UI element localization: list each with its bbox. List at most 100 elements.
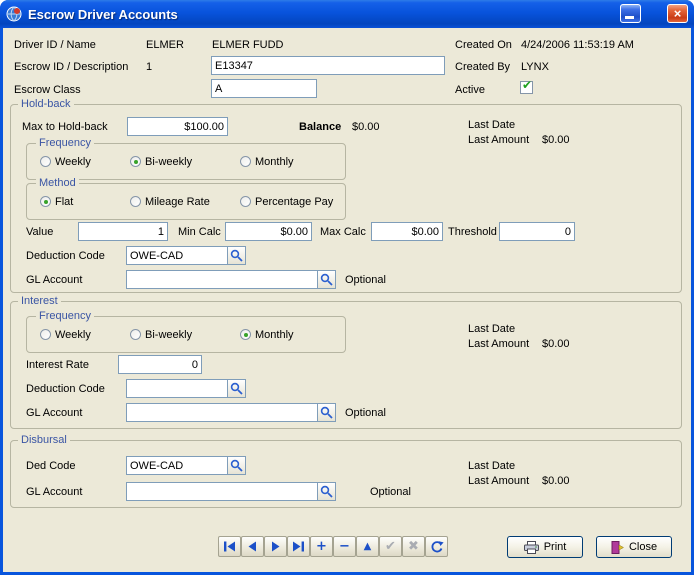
value-label: Value bbox=[26, 226, 53, 238]
value-input[interactable] bbox=[78, 222, 168, 241]
window-title: Escrow Driver Accounts bbox=[28, 7, 178, 22]
close-button-label: Close bbox=[629, 541, 657, 553]
printer-icon bbox=[524, 541, 539, 554]
nav-post-button[interactable]: ✔ bbox=[379, 536, 402, 557]
interest-gl-account-input[interactable] bbox=[126, 403, 318, 422]
interest-optional-label: Optional bbox=[345, 407, 386, 419]
active-label: Active bbox=[455, 84, 485, 96]
disbursal-optional-label: Optional bbox=[370, 486, 411, 498]
holdback-last-amount-value: $0.00 bbox=[542, 134, 570, 146]
max-to-holdback-label: Max to Hold-back bbox=[22, 121, 108, 133]
close-window-button[interactable]: × bbox=[667, 4, 688, 23]
ded-code-lookup-button[interactable] bbox=[227, 456, 246, 475]
interest-deduction-code-label: Deduction Code bbox=[26, 383, 105, 395]
holdback-frequency-biweekly-radio[interactable] bbox=[130, 156, 141, 167]
balance-value: $0.00 bbox=[352, 121, 380, 133]
nav-delete-button[interactable]: − bbox=[333, 536, 356, 557]
prior-record-icon bbox=[246, 541, 259, 552]
disbursal-group bbox=[10, 440, 682, 508]
holdback-group-title: Hold-back bbox=[18, 98, 74, 110]
nav-insert-button[interactable]: + bbox=[310, 536, 333, 557]
min-calc-input[interactable] bbox=[225, 222, 312, 241]
nav-last-button[interactable] bbox=[287, 536, 310, 557]
nav-cancel-button[interactable]: ✖ bbox=[402, 536, 425, 557]
holdback-gl-account-label: GL Account bbox=[26, 274, 82, 286]
disbursal-gl-account-lookup-button[interactable] bbox=[317, 482, 336, 501]
nav-first-button[interactable] bbox=[218, 536, 241, 557]
disbursal-group-title: Disbursal bbox=[18, 434, 70, 446]
escrow-description-input[interactable] bbox=[211, 56, 445, 75]
created-on-value: 4/24/2006 11:53:19 AM bbox=[521, 39, 634, 51]
method-flat-label: Flat bbox=[55, 196, 73, 208]
print-button-label: Print bbox=[544, 541, 567, 553]
ded-code-input[interactable] bbox=[126, 456, 228, 475]
interest-frequency-monthly-label: Monthly bbox=[255, 329, 294, 341]
holdback-frequency-weekly-radio[interactable] bbox=[40, 156, 51, 167]
disbursal-gl-account-label: GL Account bbox=[26, 486, 82, 498]
holdback-gl-account-input[interactable] bbox=[126, 270, 318, 289]
disbursal-gl-account-input[interactable] bbox=[126, 482, 318, 501]
balance-label: Balance bbox=[299, 121, 341, 133]
interest-frequency-biweekly-radio[interactable] bbox=[130, 329, 141, 340]
interest-frequency-biweekly-label: Bi-weekly bbox=[145, 329, 192, 341]
interest-deduction-code-lookup-button[interactable] bbox=[227, 379, 246, 398]
threshold-input[interactable] bbox=[499, 222, 575, 241]
threshold-label: Threshold bbox=[448, 226, 497, 238]
print-button[interactable]: Print bbox=[507, 536, 583, 558]
holdback-frequency-weekly-label: Weekly bbox=[55, 156, 91, 168]
min-calc-label: Min Calc bbox=[178, 226, 221, 238]
active-checkbox[interactable]: ✔ bbox=[520, 81, 533, 94]
interest-gl-account-label: GL Account bbox=[26, 407, 82, 419]
magnifier-icon bbox=[230, 459, 243, 472]
method-mileage-rate-radio[interactable] bbox=[130, 196, 141, 207]
holdback-deduction-code-input[interactable] bbox=[126, 246, 228, 265]
minus-icon: − bbox=[339, 540, 350, 553]
nav-refresh-button[interactable] bbox=[425, 536, 448, 557]
max-calc-input[interactable] bbox=[371, 222, 443, 241]
escrow-class-label: Escrow Class bbox=[14, 84, 81, 96]
interest-gl-account-lookup-button[interactable] bbox=[317, 403, 336, 422]
method-percentage-pay-label: Percentage Pay bbox=[255, 196, 333, 208]
holdback-deduction-code-lookup-button[interactable] bbox=[227, 246, 246, 265]
nav-edit-button[interactable]: ▲ bbox=[356, 536, 379, 557]
minimize-button[interactable] bbox=[620, 4, 641, 23]
minimize-icon bbox=[625, 16, 634, 19]
plus-icon: + bbox=[316, 540, 327, 553]
created-by-value: LYNX bbox=[521, 61, 549, 73]
nav-next-button[interactable] bbox=[264, 536, 287, 557]
interest-frequency-weekly-label: Weekly bbox=[55, 329, 91, 341]
escrow-class-input[interactable] bbox=[211, 79, 317, 98]
holdback-method-title: Method bbox=[36, 177, 79, 189]
holdback-gl-account-lookup-button[interactable] bbox=[317, 270, 336, 289]
checkmark-icon: ✔ bbox=[385, 540, 396, 553]
magnifier-icon bbox=[320, 273, 333, 286]
interest-last-amount-value: $0.00 bbox=[542, 338, 570, 350]
interest-frequency-monthly-radio[interactable] bbox=[240, 329, 251, 340]
first-record-icon bbox=[223, 541, 236, 552]
magnifier-icon bbox=[230, 249, 243, 262]
interest-deduction-code-input[interactable] bbox=[126, 379, 228, 398]
created-by-label: Created By bbox=[455, 61, 510, 73]
title-bar: Escrow Driver Accounts × bbox=[0, 0, 694, 28]
app-icon bbox=[6, 6, 22, 22]
driver-name-value: ELMER FUDD bbox=[212, 39, 284, 51]
max-to-holdback-input[interactable] bbox=[127, 117, 228, 136]
holdback-frequency-monthly-radio[interactable] bbox=[240, 156, 251, 167]
interest-frequency-weekly-radio[interactable] bbox=[40, 329, 51, 340]
interest-rate-input[interactable] bbox=[118, 355, 202, 374]
check-icon: ✔ bbox=[522, 78, 532, 92]
close-button[interactable]: Close bbox=[596, 536, 672, 558]
close-icon: × bbox=[674, 6, 682, 21]
nav-prior-button[interactable] bbox=[241, 536, 264, 557]
method-flat-radio[interactable] bbox=[40, 196, 51, 207]
method-percentage-pay-radio[interactable] bbox=[240, 196, 251, 207]
holdback-last-amount-label: Last Amount bbox=[468, 134, 529, 146]
holdback-last-date-label: Last Date bbox=[468, 119, 515, 131]
driver-id-value: ELMER bbox=[146, 39, 184, 51]
method-mileage-rate-label: Mileage Rate bbox=[145, 196, 210, 208]
disbursal-last-amount-label: Last Amount bbox=[468, 475, 529, 487]
holdback-optional-label: Optional bbox=[345, 274, 386, 286]
escrow-driver-accounts-window: Escrow Driver Accounts × Driver ID / Nam… bbox=[0, 0, 694, 575]
magnifier-icon bbox=[230, 382, 243, 395]
interest-last-amount-label: Last Amount bbox=[468, 338, 529, 350]
